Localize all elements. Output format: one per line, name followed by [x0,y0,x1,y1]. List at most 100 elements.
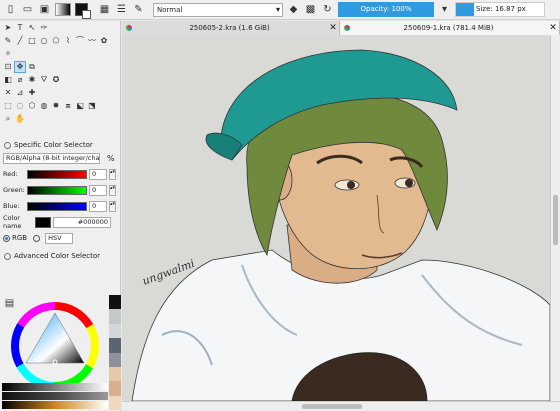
horizontal-scrollbar[interactable] [122,401,560,411]
polyline-tool-icon[interactable]: ⌇ [63,36,73,46]
current-color-swatch[interactable] [35,216,51,228]
ellipse-tool-icon[interactable]: ○ [39,36,49,46]
green-label: Green: [3,186,25,194]
similar-select-icon[interactable]: ⧈ [63,101,73,111]
polygon-tool-icon[interactable]: ⬠ [51,36,61,46]
red-input[interactable]: 0 [89,168,107,180]
multibrush-icon[interactable]: ✧ [3,49,13,59]
rect-select-icon[interactable]: ⬚ [3,101,13,111]
magnetic-select-icon[interactable]: ⬔ [87,101,97,111]
bezier-select-icon[interactable]: ⬕ [75,101,85,111]
alpha-lock-icon[interactable]: ▩ [304,3,317,16]
docker-options-icon[interactable] [4,252,11,260]
new-document-icon[interactable]: ▯ [4,3,17,16]
red-channel-row: Red: 0 ▴▾ [0,166,120,182]
crop-tool-icon[interactable]: ⊡ [3,62,13,72]
reload-preset-icon[interactable]: ↻ [321,3,334,16]
vertical-scrollbar[interactable] [550,35,560,401]
toolbox-row: ✎ ╱ □ ○ ⬠ ⌇ ⌒ 〰 ✿ [0,34,120,47]
blue-slider[interactable] [27,201,87,211]
pattern-icon[interactable]: ▦ [98,3,111,16]
close-icon[interactable]: ✕ [547,23,559,33]
close-icon[interactable]: ✕ [327,23,339,33]
palette-swatch[interactable] [109,395,121,410]
palette-swatch[interactable] [109,323,121,339]
measure-tool-icon[interactable]: ⊿ [15,88,25,98]
red-spinner[interactable]: ▴▾ [109,168,116,180]
green-slider[interactable] [27,185,87,195]
palette-swatch[interactable] [109,352,121,367]
assistant-tool-icon[interactable]: ✕ [3,88,13,98]
opacity-slider[interactable]: Opacity: 100% [338,2,434,17]
freehand-select-icon[interactable]: ◍ [39,101,49,111]
red-slider[interactable] [27,169,87,179]
ellipse-select-icon[interactable]: ◌ [15,101,25,111]
smart-patch-icon[interactable]: ✱ [27,75,37,85]
palette-swatch[interactable] [109,338,121,353]
color-palette-strip[interactable] [109,295,121,410]
tab-document-1[interactable]: 250605-2.kra (1.6 GiB) ✕ [122,21,340,35]
color-history-strip[interactable] [2,383,108,409]
transform-tool-icon[interactable]: ⧉ [27,62,37,72]
enclose-fill-icon[interactable]: ✪ [51,75,61,85]
hsv-dropdown[interactable]: HSV [45,232,74,244]
blue-spinner[interactable]: ▴▾ [109,200,116,212]
dynamic-brush-icon[interactable]: ✿ [99,36,109,46]
zoom-tool-icon[interactable]: ⌕ [3,114,13,124]
green-channel-row: Green: 0 ▴▾ [0,182,120,198]
palette-swatch[interactable] [109,309,121,324]
brush-presets-icon[interactable]: ☰ [115,3,128,16]
mirror-icon[interactable]: ▾ [438,3,451,16]
gradient-tool-icon[interactable]: ◧ [3,75,13,85]
bezier-tool-icon[interactable]: ⌒ [75,36,85,46]
pan-tool-icon[interactable]: ✋ [15,114,25,124]
gradient-swatch-icon[interactable] [55,3,71,16]
hsv-radio[interactable] [33,234,41,242]
freehand-path-icon[interactable]: 〰 [87,36,97,46]
fill-tool-icon[interactable]: ⛛ [39,75,49,85]
eraser-icon[interactable]: ◆ [287,3,300,16]
save-icon[interactable]: ▣ [38,3,51,16]
palette-swatch[interactable] [109,381,121,396]
contiguous-select-icon[interactable]: ✸ [51,101,61,111]
toolbox-row: ⊡ ✥ ⧉ [0,60,120,73]
polygon-select-icon[interactable]: ⬡ [27,101,37,111]
calligraphy-icon[interactable]: ✑ [39,23,49,33]
blue-input[interactable]: 0 [89,200,107,212]
color-picker-icon[interactable]: ⌀ [15,75,25,85]
color-wheel[interactable] [10,301,100,391]
toolbox-row: ⌕ ✋ [0,112,120,125]
panel-title: Specific Color Selector [14,141,93,149]
line-tool-icon[interactable]: ╱ [15,36,25,46]
size-slider[interactable]: Size: 16.87 px [455,2,545,17]
color-model-dropdown[interactable]: RGB/Alpha (8-bit integer/cha… [3,153,100,164]
percent-toggle[interactable]: % [107,154,115,163]
color-space-radio-row: RGB HSV [0,230,120,246]
panel-title: Advanced Color Selector [14,252,101,260]
rectangle-tool-icon[interactable]: □ [27,36,37,46]
rgb-radio[interactable] [3,234,10,242]
text-tool-icon[interactable]: T [15,23,25,33]
freehand-brush-icon[interactable]: ✎ [3,36,13,46]
tab-label: 250609-1.kra (781.4 MiB) [403,24,494,32]
select-shapes-icon[interactable]: ➤ [3,23,13,33]
blend-mode-select[interactable]: Normal [153,2,283,17]
edit-brush-icon[interactable]: ✎ [132,3,145,16]
tab-document-2[interactable]: 250609-1.kra (781.4 MiB) ✕ [340,21,560,35]
open-document-icon[interactable]: ▭ [21,3,34,16]
green-spinner[interactable]: ▴▾ [109,184,116,196]
move-tool-icon[interactable]: ✥ [14,61,26,73]
blue-label: Blue: [3,202,20,210]
palette-swatch[interactable] [109,366,121,382]
artwork: ungwalmi [122,35,550,401]
palette-swatch[interactable] [109,295,121,310]
advanced-color-selector-header: Advanced Color Selector [0,250,120,262]
reference-tool-icon[interactable]: ✚ [27,88,37,98]
color-swatch-icon[interactable] [75,3,91,19]
edit-shapes-icon[interactable]: ↖ [27,23,37,33]
docker-options-icon[interactable] [4,141,11,149]
color-name-input[interactable]: #000000 [53,216,111,228]
blue-channel-row: Blue: 0 ▴▾ [0,198,120,214]
green-input[interactable]: 0 [89,184,107,196]
drawing-canvas[interactable]: ungwalmi [122,35,550,401]
